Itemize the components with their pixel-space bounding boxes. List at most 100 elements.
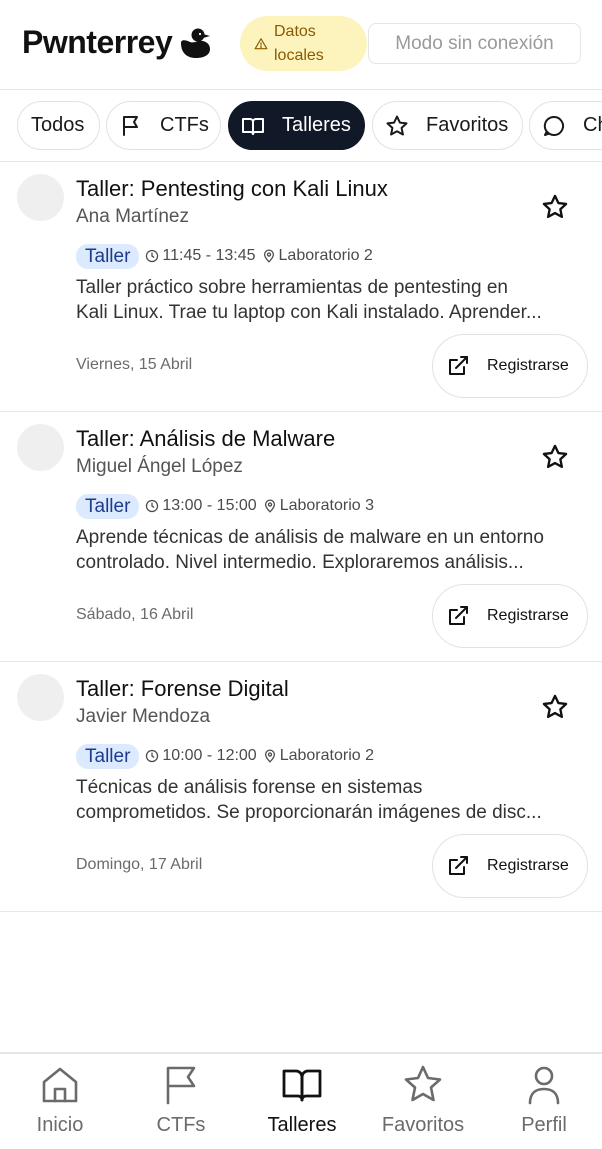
event-description-line: Aprende técnicas de análisis de malware … <box>76 527 544 548</box>
register-button[interactable]: Registrarse <box>432 584 588 648</box>
clock-icon <box>146 499 159 513</box>
filter-chip-favoritos[interactable]: Favoritos <box>372 101 523 150</box>
external-link-icon <box>449 856 468 875</box>
filter-chip-label: CTFs <box>160 114 209 136</box>
warning-icon <box>254 37 268 49</box>
filter-chip-all[interactable]: Todos <box>17 101 100 150</box>
event-author: Miguel Ángel López <box>76 456 243 477</box>
event-type-badge: Taller <box>76 243 140 269</box>
event-card[interactable]: Taller: Forense Digital Javier Mendoza T… <box>0 662 602 912</box>
chat-icon <box>543 115 564 136</box>
clock-icon <box>146 749 159 763</box>
event-description-line: Taller práctico sobre herramientas de pe… <box>76 277 508 298</box>
bottom-nav: Inicio CTFs Talleres Favoritos Perfil <box>0 1052 602 1149</box>
event-description-line: Kali Linux. Trae tu laptop con Kali inst… <box>76 302 542 323</box>
event-card[interactable]: Taller: Análisis de Malware Miguel Ángel… <box>0 412 602 662</box>
event-description-line: comprometidos. Se proporcionarán imágene… <box>76 802 542 823</box>
flag-icon <box>123 115 138 136</box>
avatar <box>17 424 64 471</box>
offline-mode-button[interactable]: Modo sin conexión <box>368 23 581 64</box>
clock-icon <box>146 249 159 263</box>
favorite-star-icon[interactable] <box>541 193 569 221</box>
nav-label: Inicio <box>36 1114 84 1136</box>
filter-chip-label: Talleres <box>282 114 351 136</box>
filter-chips: Todos CTFs Talleres Favoritos Ch <box>0 90 602 162</box>
app-header: Pwnterrey Datos locales Modo sin conexió… <box>0 0 602 90</box>
local-data-label: Datos locales <box>274 20 344 68</box>
map-pin-icon <box>263 249 274 263</box>
event-location: Laboratorio 2 <box>262 247 373 265</box>
filter-chip-talleres[interactable]: Talleres <box>228 101 365 150</box>
event-meta: Taller 11:45 - 13:45 Laboratorio 2 <box>76 243 373 269</box>
register-button[interactable]: Registrarse <box>432 834 588 898</box>
filter-chip-ctfs[interactable]: CTFs <box>106 101 221 150</box>
event-author: Javier Mendoza <box>76 706 211 727</box>
event-location-text: Laboratorio 2 <box>279 747 374 764</box>
event-location-text: Laboratorio 3 <box>279 497 374 514</box>
filter-chip-label: Todos <box>31 114 85 136</box>
user-icon <box>528 1066 560 1105</box>
event-date: Domingo, 17 Abril <box>76 856 203 873</box>
nav-item-ctfs[interactable]: CTFs <box>121 1064 241 1137</box>
event-meta: Taller 10:00 - 12:00 Laboratorio 2 <box>76 743 374 769</box>
event-description: Aprende técnicas de análisis de malware … <box>76 525 591 575</box>
local-data-label-line1: Datos <box>274 22 316 40</box>
favorite-star-icon[interactable] <box>541 693 569 721</box>
event-date: Viernes, 15 Abril <box>76 356 193 373</box>
star-icon <box>386 115 408 135</box>
event-location-text: Laboratorio 2 <box>278 247 373 264</box>
book-icon <box>282 1069 322 1102</box>
book-icon <box>242 117 264 135</box>
external-link-icon <box>449 606 468 625</box>
event-title: Taller: Análisis de Malware <box>76 426 336 451</box>
register-button-label: Registrarse <box>487 357 569 374</box>
filter-chip-chat[interactable]: Ch <box>529 101 602 150</box>
star-icon <box>404 1065 442 1102</box>
home-icon <box>42 1067 78 1103</box>
external-link-icon <box>449 356 468 375</box>
event-time-text: 10:00 - 12:00 <box>162 747 257 764</box>
event-date: Sábado, 16 Abril <box>76 606 194 623</box>
event-time-text: 13:00 - 15:00 <box>162 497 257 514</box>
flag-icon <box>166 1066 196 1105</box>
event-time: 10:00 - 12:00 <box>145 747 257 765</box>
favorite-star-icon[interactable] <box>541 443 569 471</box>
event-description: Taller práctico sobre herramientas de pe… <box>76 275 591 325</box>
app-title: Pwnterrey <box>22 24 173 60</box>
nav-label: Talleres <box>267 1114 337 1136</box>
local-data-badge: Datos locales <box>240 16 367 71</box>
event-meta: Taller 13:00 - 15:00 Laboratorio 3 <box>76 493 374 519</box>
register-button-label: Registrarse <box>487 857 569 874</box>
event-author: Ana Martínez <box>76 206 189 227</box>
register-button-label: Registrarse <box>487 607 569 624</box>
nav-item-perfil[interactable]: Perfil <box>484 1064 602 1137</box>
map-pin-icon <box>264 499 275 513</box>
local-data-label-line2: locales <box>274 46 324 64</box>
event-description-line: controlado. Nivel intermedio. Explorarem… <box>76 552 524 573</box>
map-pin-icon <box>264 749 275 763</box>
nav-item-favoritos[interactable]: Favoritos <box>363 1064 483 1137</box>
event-title: Taller: Pentesting con Kali Linux <box>76 176 388 201</box>
nav-label: Perfil <box>521 1114 567 1136</box>
duck-logo-icon <box>178 25 214 61</box>
event-card[interactable]: Taller: Pentesting con Kali Linux Ana Ma… <box>0 162 602 412</box>
filter-chip-label: Ch <box>583 114 602 136</box>
nav-item-talleres[interactable]: Talleres <box>242 1064 362 1137</box>
nav-label: CTFs <box>156 1114 206 1136</box>
event-description: Técnicas de análisis forense en sistemas… <box>76 775 591 825</box>
filter-chip-label: Favoritos <box>426 114 509 136</box>
event-time: 13:00 - 15:00 <box>145 497 257 515</box>
nav-label: Favoritos <box>381 1114 465 1136</box>
event-title: Taller: Forense Digital <box>76 676 289 701</box>
nav-item-inicio[interactable]: Inicio <box>0 1064 120 1137</box>
event-time: 11:45 - 13:45 <box>145 247 256 265</box>
event-location: Laboratorio 2 <box>263 747 374 765</box>
event-type-badge: Taller <box>76 493 140 519</box>
event-description-line: Técnicas de análisis forense en sistemas <box>76 777 423 798</box>
brand[interactable]: Pwnterrey <box>22 24 214 61</box>
event-time-text: 11:45 - 13:45 <box>162 247 256 264</box>
register-button[interactable]: Registrarse <box>432 334 588 398</box>
avatar <box>17 174 64 221</box>
event-type-badge: Taller <box>76 743 140 769</box>
avatar <box>17 674 64 721</box>
